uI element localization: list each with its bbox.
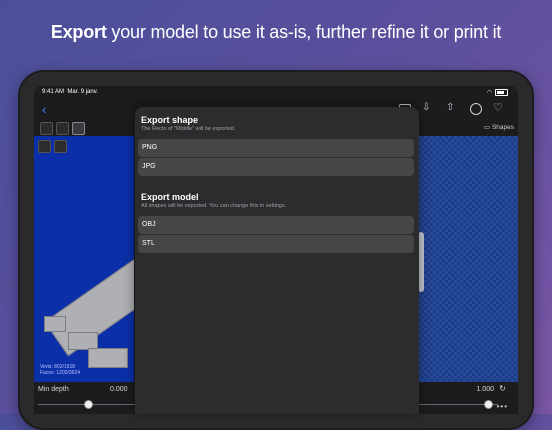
status-time: 9:41 AM Mar. 9 janv. xyxy=(42,89,98,95)
settings-icon[interactable] xyxy=(470,103,482,115)
reset-icon[interactable]: ↻ xyxy=(499,384,506,393)
viewport-controls xyxy=(38,140,67,153)
export-png-option[interactable]: PNG xyxy=(138,139,414,157)
export-obj-option[interactable]: OBJ xyxy=(138,216,414,234)
min-depth-value: 0.000 xyxy=(110,386,128,393)
export-icon[interactable]: ⇩ xyxy=(422,102,435,115)
view-toolbar xyxy=(40,122,85,135)
export-shape-subtitle: The Recto of "Middle" will be exported. xyxy=(141,126,236,132)
max-depth-value: 1.000 xyxy=(476,386,494,393)
export-model-subtitle: All shapes will be exported. You can cha… xyxy=(141,203,287,209)
wifi-icon: ◠ xyxy=(486,90,492,96)
shapes-button[interactable]: ▭ Shapes xyxy=(484,123,514,131)
back-button[interactable]: ‹ xyxy=(42,102,46,117)
model-block-c xyxy=(88,348,128,368)
max-depth-knob[interactable] xyxy=(484,400,493,409)
light-icon[interactable] xyxy=(54,140,67,153)
mesh-stats: Verts: 802/1918 Faces: 1200/3624 xyxy=(40,364,81,376)
status-indicators: ◠ xyxy=(487,89,508,96)
min-depth-label: Min depth xyxy=(38,386,69,393)
export-sheet: Export shape The Recto of "Middle" will … xyxy=(135,107,419,414)
status-bar: 9:41 AM Mar. 9 janv. ◠ xyxy=(34,86,518,100)
export-stl-option[interactable]: STL xyxy=(138,235,414,253)
export-shape-title: Export shape xyxy=(141,115,199,125)
cube-view-icon[interactable] xyxy=(40,122,53,135)
model-block-a xyxy=(44,316,66,332)
export-model-title: Export model xyxy=(141,192,199,202)
heart-icon[interactable]: ♡ xyxy=(493,101,506,114)
texture-preview xyxy=(418,136,518,382)
more-icon[interactable]: ••• xyxy=(497,402,508,411)
headline-rest: your model to use it as-is, further refi… xyxy=(106,22,502,42)
marketing-headline: Export your model to use it as-is, furth… xyxy=(0,22,552,43)
front-view-icon[interactable] xyxy=(56,122,69,135)
side-view-icon[interactable] xyxy=(72,122,85,135)
min-depth-knob[interactable] xyxy=(84,400,93,409)
render-mode-icon[interactable] xyxy=(38,140,51,153)
3d-viewport[interactable]: Verts: 802/1918 Faces: 1200/3624 xyxy=(34,136,134,382)
share-icon[interactable]: ⇧ xyxy=(446,102,459,115)
headline-bold: Export xyxy=(50,22,107,42)
battery-icon xyxy=(495,89,508,96)
export-jpg-option[interactable]: JPG xyxy=(138,158,414,176)
